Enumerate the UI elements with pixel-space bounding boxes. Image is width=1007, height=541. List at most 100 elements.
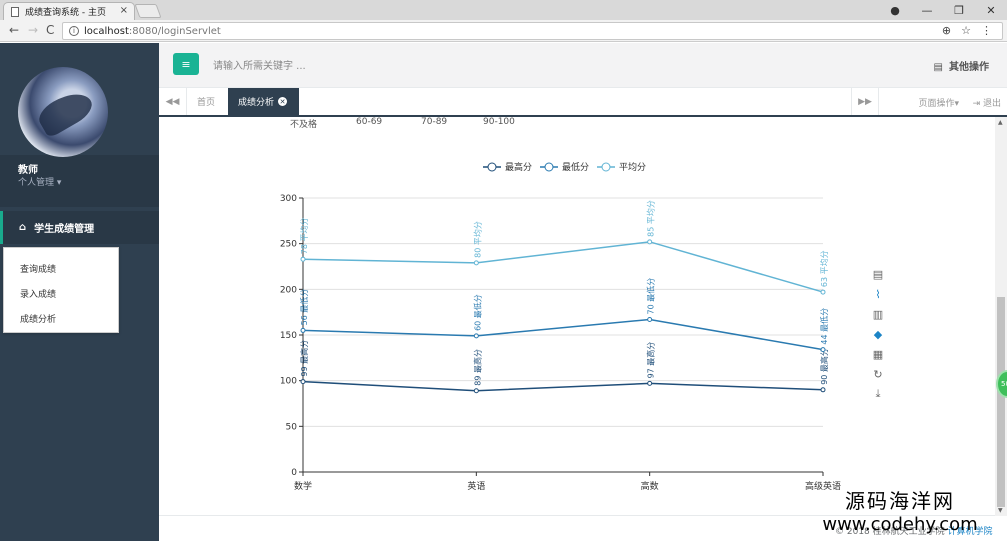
reload-icon[interactable]: C [46,23,54,37]
grade-line-chart: 050100150200250300数学 英语 高数 高级英语99 最高分 89 最高分… [280,161,841,492]
url-field[interactable]: i localhost:8080/loginServlet ⊕ ☆ ⋮ [62,22,1003,40]
new-tab-button[interactable] [134,4,162,18]
y-tick-label: 200 [280,285,297,295]
legend-label: 最高分 [505,161,532,173]
data-point [647,380,653,386]
menu-toggle-button[interactable]: ≡ [173,53,199,75]
legend-marker [601,162,611,172]
tab-scroll-left-icon[interactable]: ◀◀ [159,88,187,115]
legend-marker [487,162,497,172]
submenu: 查询成绩 录入成绩 成绩分析 [3,247,119,333]
data-label: 97 最高分 [646,342,656,379]
avatar[interactable] [18,67,108,157]
data-point [647,239,653,245]
watermark: 源码海洋网 www.codehy.com [800,485,1000,535]
stack-icon[interactable]: ◆ [871,327,885,341]
tab-grade-analysis[interactable]: 成绩分析 ✕ [228,88,299,115]
maximize-button[interactable]: ❐ [943,4,975,17]
data-label: 56 最低分 [299,289,309,326]
info-icon[interactable]: i [69,26,79,36]
x-tick-label: 高数 [641,480,659,492]
personal-manage-dropdown[interactable]: 个人管理 ▾ [18,175,61,188]
content-area: 不及格 60-69 70-89 90-100 0 50 100 150 200 250 30… [159,117,995,541]
page-ops-dropdown[interactable]: 页面操作▾ [918,96,959,109]
data-point [473,388,479,394]
data-label: 44 最低分 [819,308,829,345]
data-point [820,289,826,295]
logout-button[interactable]: ⇥ 退出 [973,96,1001,109]
y-tick-label: 50 [286,422,298,432]
data-label: 99 最高分 [299,340,309,377]
submenu-item-entry[interactable]: 录入成绩 [4,281,118,306]
line-chart-icon[interactable]: ⌇ [871,287,885,301]
content-scrollbar[interactable]: ▲ ▼ [995,117,1007,516]
tab-home[interactable]: 首页 [197,95,215,108]
url-path: :8080/loginServlet [128,25,221,37]
tab-scroll-right-icon[interactable]: ▶▶ [851,88,879,115]
data-point [300,256,306,262]
forward-icon[interactable]: → [28,23,38,37]
bar-chart-icon[interactable]: ▥ [871,307,885,321]
browser-tab-title: 成绩查询系统 - 主页 [25,8,106,18]
x-tick-label: 英语 [467,480,485,492]
data-label: 85 平均分 [646,200,656,237]
bookmark-star-icon[interactable]: ☆ [961,24,971,37]
back-icon[interactable]: ← [9,23,19,37]
data-label: 80 平均分 [472,221,482,258]
restore-icon[interactable]: ↻ [871,367,885,381]
y-tick-label: 100 [280,377,297,387]
close-tab-icon[interactable]: × [120,5,128,16]
content-tabbar: ◀◀ 首页 成绩分析 ✕ ▶▶ 页面操作▾ ⇥ 退出 [159,88,1007,117]
sidebar-item-grade-management[interactable]: ⌂ 学生成绩管理 [0,211,159,244]
data-label: 70 最低分 [646,278,656,315]
profile-icon[interactable]: ● [879,4,911,17]
legend-marker [544,162,554,172]
series-line [302,380,824,392]
sidebar: 教师 个人管理 ▾ ⌂ 学生成绩管理 查询成绩 录入成绩 成绩分析 [0,43,159,541]
minimize-button[interactable]: — [911,4,943,17]
other-ops-label: 其他操作 [949,62,989,73]
chart-toolbox: ▤ ⌇ ▥ ◆ ▦ ↻ ⤓ [871,267,885,401]
download-icon[interactable]: ⤓ [871,387,885,401]
scroll-up-icon[interactable]: ▲ [998,119,1003,126]
top-header: ≡ 请输入所需关键字 ... ▤ 其他操作 [159,43,1007,88]
other-ops-button[interactable]: ▤ 其他操作 [934,58,989,73]
close-window-button[interactable]: ✕ [975,4,1007,17]
data-label: 90 最高分 [819,348,829,385]
submenu-item-analysis[interactable]: 成绩分析 [4,306,118,331]
home-icon: ⌂ [19,222,27,233]
url-host: localhost [84,25,129,37]
window-controls: ● — ❐ ✕ [879,0,1007,20]
data-point [473,260,479,266]
logout-label: 退出 [982,99,1001,109]
y-tick-label: 250 [280,240,297,250]
series-line [302,241,824,293]
data-point [473,333,479,339]
browser-tabstrip: 成绩查询系统 - 主页 × ● — ❐ ✕ [0,0,1007,20]
data-label: 78 平均分 [299,217,309,254]
search-input[interactable]: 请输入所需关键字 ... [213,57,306,72]
submenu-item-query[interactable]: 查询成绩 [4,256,118,281]
data-label: 60 最低分 [472,294,482,331]
browser-menu-icon[interactable]: ⋮ [981,24,992,37]
list-icon: ▤ [933,62,943,73]
data-point [300,327,306,333]
data-point [820,347,826,353]
data-point [647,316,653,322]
zoom-icon[interactable]: ⊕ [942,24,951,37]
logout-icon: ⇥ [972,99,983,109]
scrollbar-thumb[interactable] [997,297,1005,507]
user-role: 教师 [18,165,38,176]
browser-tab[interactable]: 成绩查询系统 - 主页 × [3,2,135,20]
data-point [820,387,826,393]
document-icon [11,6,19,17]
y-tick-label: 150 [280,331,297,341]
address-bar-row: ← → C i localhost:8080/loginServlet ⊕ ☆ … [0,20,1007,42]
tiled-icon[interactable]: ▦ [871,347,885,361]
data-view-icon[interactable]: ▤ [871,267,885,281]
y-tick-label: 0 [291,468,297,478]
tab-label: 成绩分析 [238,98,275,108]
legend-label: 最低分 [562,161,589,173]
data-point [300,379,306,385]
close-tab-icon[interactable]: ✕ [278,97,288,106]
